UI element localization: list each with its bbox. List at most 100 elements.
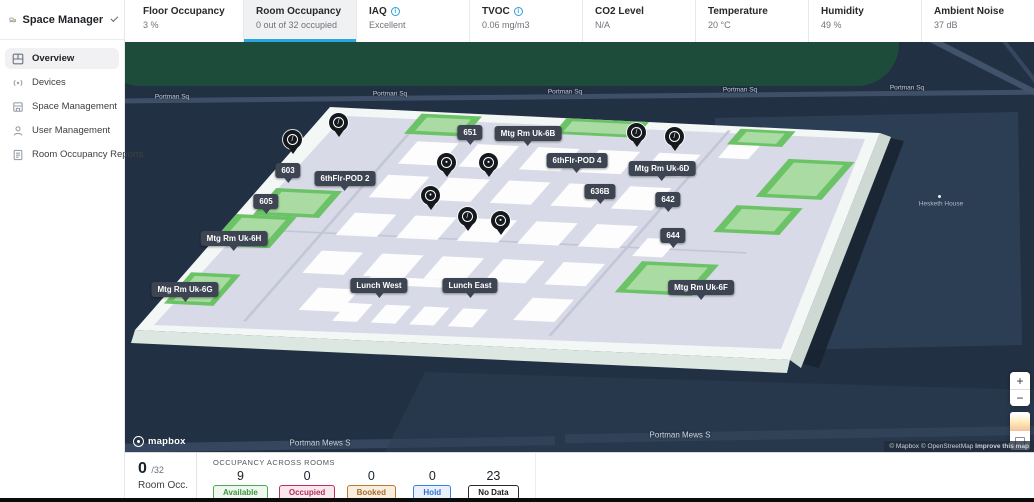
signal-icon	[12, 77, 24, 89]
room-label[interactable]: 651	[457, 125, 482, 140]
metric-label: Floor Occupancy	[143, 6, 231, 17]
sidebar-item-devices[interactable]: Devices	[5, 72, 119, 93]
pin-icon: ▪	[495, 215, 506, 226]
pin-icon: /	[287, 134, 298, 145]
pin-icon: ▪	[441, 157, 452, 168]
metric-value: 0.06 mg/m3	[482, 20, 570, 30]
window-bottom-edge	[0, 498, 1034, 502]
room-label[interactable]: 6thFlr-POD 2	[315, 171, 376, 186]
metric-value: 20 °C	[708, 20, 796, 30]
sidebar-item-label: Overview	[32, 53, 74, 64]
bottom-bar: 0 /32 Room Occ. OCCUPANCY ACROSS ROOMS 9…	[125, 452, 1034, 498]
metric-tab-room-occupancy[interactable]: Room Occupancy 0 out of 32 occupied	[243, 0, 356, 42]
app-logo-icon	[9, 13, 16, 27]
sidebar-item-overview[interactable]: Overview	[5, 48, 119, 69]
metrics-bar: Floor Occupancy 3 % Room Occupancy 0 out…	[125, 0, 1034, 42]
sidebar-item-user-management[interactable]: User Management	[5, 120, 119, 141]
status-count: 9	[237, 469, 244, 483]
metric-tab-humidity[interactable]: Humidity 49 %	[808, 0, 921, 42]
occupancy-across-rooms: OCCUPANCY ACROSS ROOMS 9 Available 0 Occ…	[197, 453, 536, 498]
metric-value: 37 dB	[934, 20, 1022, 30]
sidebar-item-label: Space Management	[32, 101, 117, 112]
device-pin[interactable]: ▪	[479, 153, 498, 172]
pin-icon: /	[462, 211, 473, 222]
room-occ-total: /32	[151, 465, 164, 475]
metric-label: Ambient Noise	[934, 6, 1022, 17]
room-label[interactable]: 605	[253, 194, 278, 209]
street-label-portman-sq: Portman Sq	[548, 89, 582, 96]
sensor-pin[interactable]: /	[329, 113, 348, 132]
room-occ-count: 0	[138, 460, 147, 477]
street-label-portman-sq: Portman Sq	[373, 91, 407, 98]
device-pin[interactable]: ▪	[491, 211, 510, 230]
metric-label: Room Occupancy	[256, 6, 344, 17]
room-label[interactable]: Lunch West	[350, 278, 407, 293]
zoom-out-button[interactable]: −	[1010, 389, 1030, 406]
chevron-down-icon[interactable]	[111, 14, 119, 22]
metric-label: CO2 Level	[595, 6, 683, 17]
status-occupied: 0 Occupied	[279, 469, 335, 500]
status-available: 9 Available	[213, 469, 268, 500]
room-label[interactable]: 644	[660, 228, 685, 243]
metric-value: N/A	[595, 20, 683, 30]
street-label-portman-mews: Portman Mews S	[290, 439, 351, 448]
status-booked: 0 Booked	[346, 469, 396, 500]
mapbox-wordmark: mapbox	[148, 436, 186, 447]
room-label[interactable]: Lunch East	[442, 278, 497, 293]
zoom-in-button[interactable]: +	[1010, 372, 1030, 389]
metric-tab-temperature[interactable]: Temperature 20 °C	[695, 0, 808, 42]
metric-label: Humidity	[821, 6, 909, 17]
sidebar-nav: Overview Devices Space Management Us	[0, 40, 124, 176]
status-no-data: 23 No Data	[468, 469, 518, 500]
street-label-portman-sq: Portman Sq	[155, 94, 189, 101]
street-label-portman-sq: Portman Sq	[723, 87, 757, 94]
room-label[interactable]: Mtg Rm Uk-6B	[495, 126, 562, 141]
sensor-pin[interactable]: /	[283, 130, 302, 149]
metric-tab-co2-level[interactable]: CO2 Level N/A	[582, 0, 695, 42]
room-label[interactable]: Mtg Rm Uk-6G	[151, 282, 218, 297]
space-manager-app: Space Manager Overview Devices	[0, 0, 1034, 502]
metric-tab-iaq[interactable]: IAQ Excellent	[356, 0, 469, 42]
floorplan-3d	[125, 42, 1034, 452]
metric-tab-ambient-noise[interactable]: Ambient Noise 37 dB	[921, 0, 1034, 42]
metric-value: 3 %	[143, 20, 231, 30]
metric-label: Temperature	[708, 6, 796, 17]
pin-icon: /	[333, 117, 344, 128]
sidebar-item-space-management[interactable]: Space Management	[5, 96, 119, 117]
street-label-portman-sq: Portman Sq	[890, 85, 924, 92]
map-canvas[interactable]: Portman Sq Portman Sq Portman Sq Portman…	[125, 42, 1034, 452]
mapbox-icon	[133, 436, 144, 447]
sensor-pin[interactable]: /	[627, 123, 646, 142]
room-occupancy-summary: 0 /32 Room Occ.	[125, 453, 197, 498]
map-zoom-controls: + −	[1010, 372, 1030, 406]
room-label[interactable]: Mtg Rm Uk-6D	[629, 161, 696, 176]
dashboard-icon	[12, 53, 24, 65]
sidebar-item-label: Devices	[32, 77, 66, 88]
room-label[interactable]: 603	[275, 163, 300, 178]
room-label[interactable]: Mtg Rm Uk-6H	[201, 231, 268, 246]
room-label[interactable]: 642	[655, 192, 680, 207]
status-count: 0	[304, 469, 311, 483]
info-icon[interactable]	[391, 7, 400, 16]
room-label[interactable]: 6thFlr-POD 4	[547, 153, 608, 168]
status-count: 23	[486, 469, 500, 483]
room-label[interactable]: Mtg Rm Uk-6F	[668, 280, 734, 295]
improve-this-map-link[interactable]: Improve this map	[975, 443, 1029, 450]
signal-pin[interactable]: •	[421, 186, 440, 205]
user-icon	[12, 125, 24, 137]
status-row: 9 Available 0 Occupied 0 Booked 0 Hold 2…	[213, 469, 519, 500]
sidebar-item-room-occupancy-reports[interactable]: Room Occupancy Reports	[5, 144, 119, 165]
pin-icon: /	[669, 131, 680, 142]
report-icon	[12, 149, 24, 161]
metric-tab-floor-occupancy[interactable]: Floor Occupancy 3 %	[125, 0, 243, 42]
sensor-pin[interactable]: /	[665, 127, 684, 146]
metric-tab-tvoc[interactable]: TVOC 0.06 mg/m3	[469, 0, 582, 42]
pin-icon: ▪	[483, 157, 494, 168]
sensor-pin[interactable]: /	[458, 207, 477, 226]
device-pin[interactable]: ▪	[437, 153, 456, 172]
info-icon[interactable]	[514, 7, 523, 16]
room-label[interactable]: 636B	[584, 184, 615, 199]
status-hold: 0 Hold	[407, 469, 457, 500]
sidebar-item-label: Room Occupancy Reports	[32, 149, 143, 160]
mapbox-logo[interactable]: mapbox	[133, 436, 186, 447]
